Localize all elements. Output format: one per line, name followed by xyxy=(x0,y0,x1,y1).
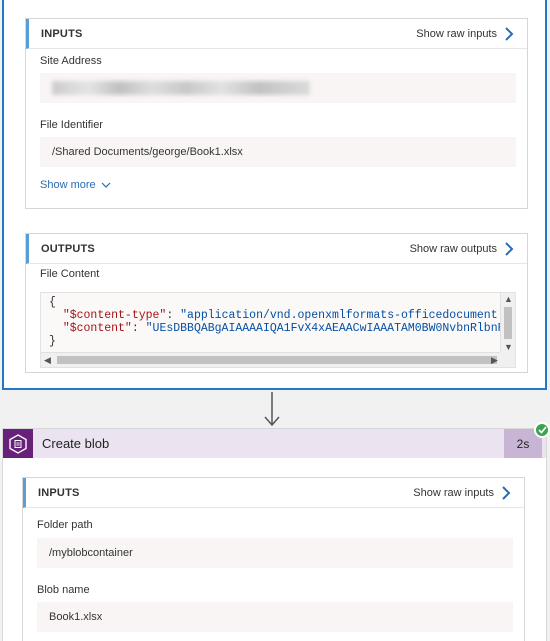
code-open-brace: { xyxy=(49,296,56,309)
inputs-section-header: INPUTS Show raw inputs xyxy=(26,19,527,49)
redacted-blur xyxy=(52,81,310,95)
blob-storage-icon xyxy=(3,429,33,458)
file-identifier-value: /Shared Documents/george/Book1.xlsx xyxy=(40,137,516,167)
create-blob-action-card[interactable]: Create blob 2s INPUTS Show raw inputs Fo… xyxy=(2,428,547,641)
show-raw-outputs-link[interactable]: Show raw outputs xyxy=(409,241,515,256)
show-more-label: Show more xyxy=(40,179,96,191)
file-identifier-label: File Identifier xyxy=(40,119,103,131)
success-status-badge xyxy=(534,422,550,438)
scroll-down-icon[interactable]: ▼ xyxy=(504,343,513,352)
get-file-content-action-card[interactable]: INPUTS Show raw inputs Site Address File… xyxy=(2,0,547,390)
json-code: { "$content-type": "application/vnd.open… xyxy=(49,296,505,348)
chevron-right-icon xyxy=(505,241,514,256)
scrollbar-corner xyxy=(500,352,515,367)
horizontal-scroll-thumb[interactable] xyxy=(57,356,497,364)
code-value-content: "UEsDBBQABgAIAAAAIQA1FvX4xAEAACwIAAATAM0… xyxy=(145,322,505,335)
create-blob-title: Create blob xyxy=(42,436,110,451)
blob-inputs-section-header: INPUTS Show raw inputs xyxy=(23,478,524,508)
folder-path-value: /myblobcontainer xyxy=(37,538,513,568)
code-key-content-type: "$content-type" xyxy=(62,309,167,322)
show-raw-inputs-label: Show raw inputs xyxy=(413,486,494,499)
show-more-link[interactable]: Show more xyxy=(40,179,111,191)
site-address-value-redacted xyxy=(40,73,516,103)
file-content-code-viewer[interactable]: { "$content-type": "application/vnd.open… xyxy=(40,292,516,368)
blob-name-label: Blob name xyxy=(37,584,90,596)
chevron-right-icon xyxy=(505,26,514,41)
vertical-scroll-thumb[interactable] xyxy=(504,307,512,339)
scroll-up-icon[interactable]: ▲ xyxy=(504,295,513,304)
scroll-right-icon[interactable]: ▶ xyxy=(491,356,498,365)
file-identifier-text: /Shared Documents/george/Book1.xlsx xyxy=(52,146,243,158)
create-blob-header[interactable]: Create blob 2s xyxy=(3,429,546,458)
show-raw-outputs-label: Show raw outputs xyxy=(409,242,497,255)
chevron-right-icon xyxy=(502,485,511,500)
outputs-section-header: OUTPUTS Show raw outputs xyxy=(26,234,527,264)
show-raw-inputs-label: Show raw inputs xyxy=(416,27,497,40)
vertical-scrollbar[interactable]: ▲ ▼ xyxy=(500,293,515,354)
blob-inputs-section: INPUTS Show raw inputs Folder path /mybl… xyxy=(22,477,525,641)
code-value-content-type: "application/vnd.openxmlformats-officedo… xyxy=(180,309,498,322)
scroll-left-icon[interactable]: ◀ xyxy=(44,356,51,365)
file-content-label: File Content xyxy=(40,268,100,280)
outputs-title: OUTPUTS xyxy=(41,242,95,255)
show-raw-inputs-link[interactable]: Show raw inputs xyxy=(416,26,515,41)
show-raw-inputs-link[interactable]: Show raw inputs xyxy=(413,485,512,500)
folder-path-text: /myblobcontainer xyxy=(49,547,133,559)
code-close-brace: } xyxy=(49,335,56,348)
inputs-title: INPUTS xyxy=(41,27,83,40)
chevron-down-icon xyxy=(101,182,111,188)
checkmark-icon xyxy=(537,426,547,434)
horizontal-scrollbar[interactable]: ◀ ▶ xyxy=(41,352,502,367)
blob-inputs-title: INPUTS xyxy=(38,486,80,499)
arrow-down-icon xyxy=(264,392,280,427)
folder-path-label: Folder path xyxy=(37,519,93,531)
blob-name-value: Book1.xlsx xyxy=(37,602,513,632)
site-address-label: Site Address xyxy=(40,55,102,67)
duration-text: 2s xyxy=(516,436,530,451)
blob-name-text: Book1.xlsx xyxy=(49,611,103,623)
inputs-section: INPUTS Show raw inputs Site Address File… xyxy=(25,18,528,209)
code-key-content: "$content" xyxy=(62,322,132,335)
outputs-section: OUTPUTS Show raw outputs File Content { … xyxy=(25,233,528,373)
